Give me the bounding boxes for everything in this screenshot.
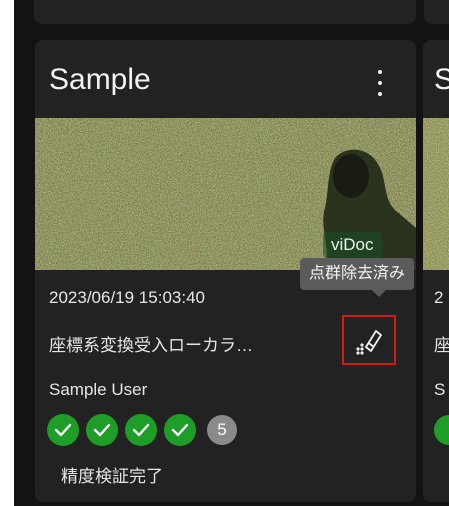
image-badge: viDoc [323,232,382,258]
next-project-card[interactable]: S 2 座 S [423,40,449,502]
previous-row-card [34,0,416,24]
check-icon [434,415,449,445]
status-checks: 5 [47,413,237,447]
next-card-thumbnail[interactable] [423,118,449,270]
point-cloud-removed-button[interactable] [342,315,396,365]
next-card-title: S [434,63,449,96]
card-description: 座標系変換受入ローカラ… [49,336,253,355]
next-card-date: 2 [434,288,444,307]
status-label: 精度検証完了 [61,467,163,486]
check-icon [164,414,196,446]
previous-row-card-peek [424,0,449,24]
card-title: Sample [49,63,151,96]
check-icon [125,414,157,446]
check-icon [47,414,79,446]
eraser-points-icon [356,330,382,355]
tooltip: 点群除去済み [300,258,415,297]
project-card[interactable]: Sample viDoc 2023/06/19 15:03:40 座標系変換受入… [35,40,416,502]
more-vertical-icon[interactable] [369,70,391,96]
next-card-description: 座 [434,336,449,355]
check-icon [86,414,118,446]
next-card-user: S [434,380,446,399]
card-grid-viewport: Sample viDoc 2023/06/19 15:03:40 座標系変換受入… [14,0,449,506]
capture-date: 2023/06/19 15:03:40 [49,288,205,307]
step-count-badge: 5 [207,415,237,445]
user-name: Sample User [49,380,148,399]
